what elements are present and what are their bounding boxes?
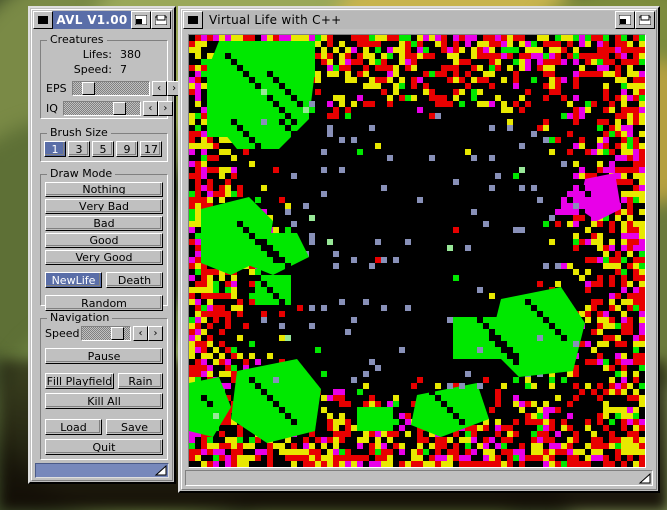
- avl-statusbar: [35, 463, 169, 478]
- nav-speed-thumb[interactable]: [111, 327, 124, 340]
- draw-mode-legend: Draw Mode: [47, 168, 116, 180]
- brush-size-3[interactable]: 3: [68, 141, 90, 157]
- draw-mode-very-good[interactable]: Very Go o d: [45, 250, 163, 265]
- draw-mode-good[interactable]: Good: [45, 233, 163, 248]
- maximize-icon[interactable]: [635, 11, 655, 29]
- brush-size-17[interactable]: 17: [140, 141, 162, 157]
- eps-scrollbar[interactable]: ‹ ›: [71, 81, 182, 96]
- speed-label: Speed:: [73, 63, 112, 76]
- iq-thumb[interactable]: [112, 102, 126, 115]
- simulation-playfield[interactable]: [188, 34, 646, 468]
- avl-window-title: AVL V1.00: [56, 14, 128, 26]
- brush-size-5[interactable]: 5: [92, 141, 114, 157]
- eps-thumb[interactable]: [81, 82, 95, 95]
- quit-button[interactable]: Quit: [45, 439, 163, 455]
- brush-size-group: Brush Size 1 3 5 9 17: [40, 127, 168, 162]
- system-menu-icon[interactable]: [33, 11, 53, 29]
- draw-mode-nothing[interactable]: Nothing: [45, 182, 163, 197]
- save-button[interactable]: Save: [106, 419, 163, 435]
- maximize-icon[interactable]: [151, 11, 171, 29]
- brush-size-legend: Brush Size: [47, 127, 111, 139]
- kill-all-button[interactable]: Kill All: [45, 393, 163, 409]
- resize-grip-icon[interactable]: [154, 465, 167, 476]
- avl-control-window[interactable]: AVL V1.00 Creatures Lifes: 380 Speed: 7 …: [28, 6, 194, 484]
- nav-speed-decrement-arrow[interactable]: ‹: [133, 326, 148, 341]
- pause-button[interactable]: Pause: [45, 348, 163, 364]
- iq-decrement-arrow[interactable]: ‹: [142, 101, 158, 116]
- virtual-life-window-title: Virtual Life with C++: [209, 14, 342, 26]
- lifes-value: 380: [120, 48, 141, 61]
- virtual-life-statusbar: [185, 470, 653, 486]
- simulation-canvas[interactable]: [189, 35, 645, 467]
- resize-grip-icon[interactable]: [638, 473, 651, 484]
- iq-scrollbar[interactable]: ‹ ›: [62, 101, 173, 116]
- navigation-group: Navigation Speed ‹ › Pause Fill Playfiel…: [40, 312, 168, 460]
- nav-speed-scrollbar[interactable]: ‹ ›: [81, 326, 163, 341]
- load-button[interactable]: Lo a d: [45, 419, 102, 435]
- draw-mode-group: Draw Mode Nothing Very Bad Bad Good Very Go o…: [40, 168, 168, 311]
- creatures-legend: Creatures: [47, 34, 107, 46]
- system-menu-icon[interactable]: [183, 11, 203, 29]
- brush-size-1[interactable]: 1: [44, 141, 66, 157]
- fill-playfield-button[interactable]: Fill Playfield: [45, 373, 114, 389]
- iq-label: IQ: [46, 101, 58, 115]
- minimize-icon[interactable]: [131, 11, 151, 29]
- draw-mode-new-life[interactable]: New Life: [45, 272, 102, 288]
- avl-titlebar[interactable]: AVL V1.00: [33, 11, 171, 29]
- minimize-icon[interactable]: [615, 11, 635, 29]
- nav-speed-track[interactable]: [81, 326, 131, 341]
- creatures-group: Creatures Lifes: 380 Speed: 7 EPS ‹ › IQ…: [40, 34, 194, 119]
- eps-track[interactable]: [71, 81, 150, 96]
- draw-mode-random[interactable]: Random: [45, 295, 163, 311]
- iq-track[interactable]: [62, 101, 141, 116]
- nav-speed-label: Speed: [45, 326, 80, 340]
- iq-increment-arrow[interactable]: ›: [157, 101, 173, 116]
- lifes-label: Lifes:: [82, 48, 112, 61]
- draw-mode-death[interactable]: Death: [106, 272, 163, 288]
- eps-decrement-arrow[interactable]: ‹: [151, 81, 167, 96]
- eps-label: EPS: [46, 81, 67, 95]
- brush-size-9[interactable]: 9: [116, 141, 138, 157]
- rain-button[interactable]: Rai n: [117, 373, 163, 389]
- virtual-life-window[interactable]: Virtual Life with C++: [178, 6, 660, 493]
- creatures-speed-value: 7: [120, 63, 127, 76]
- virtual-life-titlebar[interactable]: Virtual Life with C++: [183, 11, 655, 29]
- draw-mode-very-bad[interactable]: Very Bad: [45, 199, 163, 214]
- nav-speed-increment-arrow[interactable]: ›: [148, 326, 163, 341]
- navigation-legend: Navigation: [47, 312, 113, 324]
- draw-mode-bad[interactable]: Bad: [45, 216, 163, 231]
